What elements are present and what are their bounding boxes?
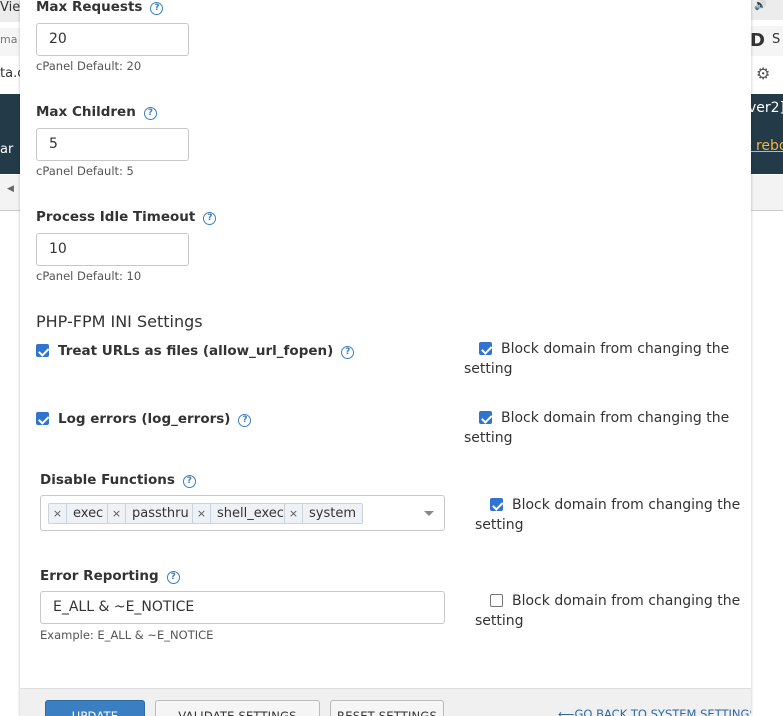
max-requests-label: Max Requests? [36, 0, 164, 15]
help-icon[interactable]: ? [166, 571, 180, 584]
help-icon[interactable]: ? [150, 2, 164, 15]
max-children-input[interactable]: 5 [36, 128, 189, 161]
disable-functions-label: Disable Functions? [40, 472, 196, 488]
reset-settings-button[interactable]: RESET SETTINGS [330, 700, 444, 716]
help-icon[interactable]: ? [341, 346, 355, 359]
log-errors-label: Log errors (log_errors)? [58, 411, 252, 427]
allow-url-fopen-checkbox[interactable] [36, 344, 49, 357]
footer-bar: UPDATE VALIDATE SETTINGS RESET SETTINGS … [20, 688, 751, 716]
ini-settings-title: PHP-FPM INI Settings [36, 312, 203, 331]
bg-fragment: t rebo [750, 138, 783, 154]
error-reporting-block-label: Block domain from changing the setting [475, 593, 741, 629]
remove-tag-icon[interactable]: × [108, 504, 126, 523]
bg-fragment: ar [0, 142, 14, 157]
back-link[interactable]: ⟵GO BACK TO SYSTEM SETTINGS [558, 707, 751, 716]
settings-icon: ⚙ [756, 64, 771, 83]
max-requests-hint: cPanel Default: 20 [36, 59, 142, 73]
remove-tag-icon[interactable]: × [193, 504, 211, 523]
allow-url-fopen-block-label: Block domain from changing the setting [464, 341, 730, 377]
error-reporting-hint: Example: E_ALL & ~E_NOTICE [40, 628, 214, 642]
remove-tag-icon[interactable]: × [49, 504, 67, 523]
bg-fragment: Vie [0, 0, 20, 15]
log-errors-checkbox[interactable] [36, 412, 49, 425]
chevron-left-icon: ◀ [7, 184, 14, 194]
chevron-down-icon[interactable] [424, 511, 434, 516]
error-reporting-input[interactable]: E_ALL & ~E_NOTICE [40, 591, 445, 624]
validate-settings-button[interactable]: VALIDATE SETTINGS [155, 700, 320, 716]
php-fpm-settings-panel: Max Requests? 20 cPanel Default: 20 Max … [20, 0, 751, 716]
arrow-left-icon: ⟵ [558, 707, 575, 716]
process-idle-timeout-label: Process Idle Timeout? [36, 209, 217, 225]
update-button[interactable]: UPDATE [45, 700, 145, 716]
max-children-label: Max Children? [36, 104, 157, 120]
allow-url-fopen-label: Treat URLs as files (allow_url_fopen)? [58, 343, 355, 359]
help-icon[interactable]: ? [203, 212, 217, 225]
max-children-hint: cPanel Default: 5 [36, 164, 134, 178]
background-window-left: Vie ma ta.c ar ◀ [0, 0, 20, 716]
background-window-right: 🔊 D S ⚙ ver2] t rebo [750, 0, 783, 716]
speaker-icon: 🔊 [754, 0, 767, 11]
process-idle-timeout-hint: cPanel Default: 10 [36, 269, 142, 283]
disable-functions-select[interactable]: × exec × passthru × shell_exec × system [40, 495, 445, 531]
process-idle-timeout-input[interactable]: 10 [36, 233, 189, 266]
max-requests-input[interactable]: 20 [36, 23, 189, 56]
tag-system: × system [284, 503, 363, 524]
tag-exec: × exec [48, 503, 111, 524]
disable-functions-block-label: Block domain from changing the setting [475, 497, 741, 533]
bg-fragment: S [772, 32, 781, 47]
log-errors-block-label: Block domain from changing the setting [464, 410, 730, 446]
tag-shell-exec: × shell_exec [192, 503, 291, 524]
help-icon[interactable]: ? [143, 107, 157, 120]
remove-tag-icon[interactable]: × [285, 504, 303, 523]
bg-fragment: ma [0, 33, 18, 46]
bg-fragment: ver2] [750, 100, 783, 116]
bg-fragment: ta.c [0, 66, 20, 81]
bg-fragment: D [750, 30, 765, 51]
help-icon[interactable]: ? [182, 475, 196, 488]
tag-passthru: × passthru [107, 503, 196, 524]
help-icon[interactable]: ? [238, 414, 252, 427]
error-reporting-label: Error Reporting? [40, 568, 180, 584]
